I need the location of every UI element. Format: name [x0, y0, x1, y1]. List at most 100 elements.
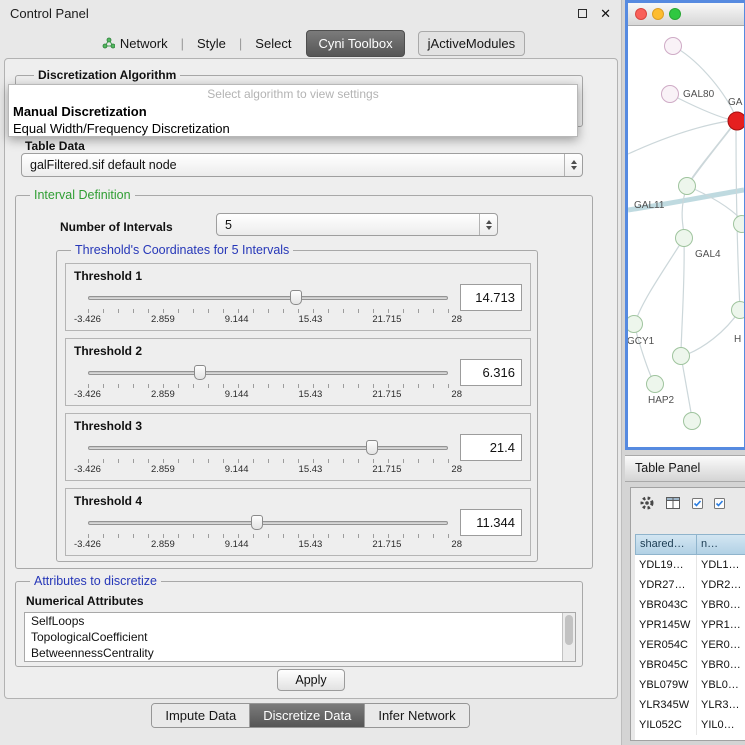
tab-infer-network[interactable]: Infer Network — [365, 704, 468, 727]
table-row[interactable]: YBR043CYBR0… — [635, 595, 745, 615]
apply-button[interactable]: Apply — [277, 669, 345, 691]
table-cell[interactable]: YBR043C — [635, 595, 697, 615]
columns-icon[interactable] — [666, 496, 681, 510]
column-header[interactable]: n… — [697, 534, 745, 555]
tick-label: 28 — [451, 464, 462, 475]
tab-cyni-toolbox[interactable]: Cyni Toolbox — [306, 30, 404, 57]
table-cell[interactable]: YBL079W — [635, 675, 697, 695]
tab-separator: | — [239, 36, 242, 51]
slider-track[interactable] — [88, 296, 448, 300]
close-traffic-light-icon[interactable] — [635, 8, 647, 20]
table-cell[interactable]: YIL052C — [635, 715, 697, 735]
network-node[interactable] — [728, 112, 744, 130]
table-cell[interactable]: YBR045C — [635, 655, 697, 675]
close-window-icon[interactable]: ✕ — [600, 7, 611, 20]
threshold-slider[interactable] — [88, 290, 448, 306]
threshold-slider[interactable] — [88, 365, 448, 381]
threshold-slider[interactable] — [88, 515, 448, 531]
tick-label: 15.43 — [299, 389, 323, 400]
tick-label: -3.426 — [74, 314, 101, 325]
slider-thumb[interactable] — [251, 515, 263, 530]
table-cell[interactable]: YIL0… — [697, 715, 745, 735]
threshold-value-field[interactable]: 21.4 — [460, 434, 522, 461]
control-panel-titlebar: Control Panel ✕ — [0, 0, 621, 26]
threshold-panel: Threshold 2 -3.426 2.859 9.144 15.43 21.… — [65, 338, 531, 406]
table-cell[interactable]: YPR1… — [697, 615, 745, 635]
checkbox-icon[interactable] — [692, 498, 703, 509]
table-cell[interactable]: YBR0… — [697, 655, 745, 675]
list-item[interactable]: SelfLoops — [25, 613, 575, 629]
table-cell[interactable]: YLR345W — [635, 695, 697, 715]
table-cell[interactable]: YDL19… — [635, 555, 697, 575]
network-node[interactable] — [662, 86, 679, 103]
table-row[interactable]: YER054CYER0… — [635, 635, 745, 655]
slider-scale-labels: -3.426 2.859 9.144 15.43 21.715 28 — [74, 539, 462, 550]
algorithm-option-manual[interactable]: Manual Discretization — [9, 103, 577, 120]
settings-gear-icon[interactable] — [639, 495, 655, 511]
network-node[interactable] — [673, 348, 690, 365]
tab-select[interactable]: Select — [249, 32, 297, 55]
threshold-value-field[interactable]: 6.316 — [460, 359, 522, 386]
threshold-value-field[interactable]: 14.713 — [460, 284, 522, 311]
network-canvas[interactable]: GAL80GAGAL11GAL4GCY1HAP2H — [628, 26, 744, 446]
slider-thumb[interactable] — [194, 365, 206, 380]
table-row[interactable]: YPR145WYPR1… — [635, 615, 745, 635]
table-cell[interactable]: YDL1… — [697, 555, 745, 575]
network-node[interactable] — [665, 38, 682, 55]
tab-jactivemodules[interactable]: jActiveModules — [418, 31, 525, 56]
network-node[interactable] — [628, 316, 643, 333]
network-node[interactable] — [679, 178, 696, 195]
list-item[interactable]: TopologicalCoefficient — [25, 629, 575, 645]
tick-label: 2.859 — [151, 314, 175, 325]
tab-network-label: Network — [120, 36, 168, 51]
number-of-intervals-select[interactable]: 5 — [216, 213, 498, 236]
table-row[interactable]: YBR045CYBR0… — [635, 655, 745, 675]
tab-jactivemodules-label: jActiveModules — [428, 36, 515, 51]
table-row[interactable]: YLR345WYLR3… — [635, 695, 745, 715]
minimize-traffic-light-icon[interactable] — [652, 8, 664, 20]
bottom-tab-bar: Impute Data Discretize Data Infer Networ… — [0, 702, 621, 728]
checkbox-icon[interactable] — [714, 498, 725, 509]
tab-impute-data[interactable]: Impute Data — [152, 704, 250, 727]
network-node[interactable] — [734, 216, 745, 233]
column-header[interactable]: shared… — [635, 534, 697, 555]
list-scrollbar[interactable] — [562, 613, 575, 661]
table-cell[interactable]: YDR2… — [697, 575, 745, 595]
table-cell[interactable]: YDR27… — [635, 575, 697, 595]
table-row[interactable]: YIL052CYIL0… — [635, 715, 745, 735]
slider-track[interactable] — [88, 371, 448, 375]
table-cell[interactable]: YER0… — [697, 635, 745, 655]
network-node[interactable] — [732, 302, 745, 319]
table-row[interactable]: YBL079WYBL0… — [635, 675, 745, 695]
thresholds-group: Threshold's Coordinates for 5 Intervals … — [56, 250, 538, 562]
table-toolbar — [631, 488, 745, 518]
threshold-value-field[interactable]: 11.344 — [460, 509, 522, 536]
list-scrollbar-thumb[interactable] — [565, 615, 573, 645]
slider-track[interactable] — [88, 521, 448, 525]
network-node[interactable] — [676, 230, 693, 247]
table-row[interactable]: YDR27…YDR2… — [635, 575, 745, 595]
list-item[interactable]: BetweennessCentrality — [25, 645, 575, 661]
table-cell[interactable]: YPR145W — [635, 615, 697, 635]
threshold-slider[interactable] — [88, 440, 448, 456]
tick-label: 28 — [451, 389, 462, 400]
tab-discretize-data[interactable]: Discretize Data — [250, 704, 365, 727]
table-cell[interactable]: YLR3… — [697, 695, 745, 715]
slider-ticks — [88, 534, 449, 538]
slider-thumb[interactable] — [366, 440, 378, 455]
zoom-traffic-light-icon[interactable] — [669, 8, 681, 20]
network-node[interactable] — [647, 376, 664, 393]
slider-thumb[interactable] — [290, 290, 302, 305]
tab-style[interactable]: Style — [191, 32, 232, 55]
algorithm-option-equal-width[interactable]: Equal Width/Frequency Discretization — [9, 120, 577, 137]
table-data-select[interactable]: galFiltered.sif default node — [21, 153, 583, 177]
network-node[interactable] — [684, 413, 701, 430]
slider-track[interactable] — [88, 446, 448, 450]
table-row[interactable]: YDL19…YDL1… — [635, 555, 745, 575]
float-window-icon[interactable] — [578, 9, 587, 18]
table-cell[interactable]: YBL0… — [697, 675, 745, 695]
tab-network[interactable]: Network — [96, 32, 174, 55]
table-cell[interactable]: YER054C — [635, 635, 697, 655]
table-header-row: shared… n… — [635, 534, 745, 555]
table-cell[interactable]: YBR0… — [697, 595, 745, 615]
